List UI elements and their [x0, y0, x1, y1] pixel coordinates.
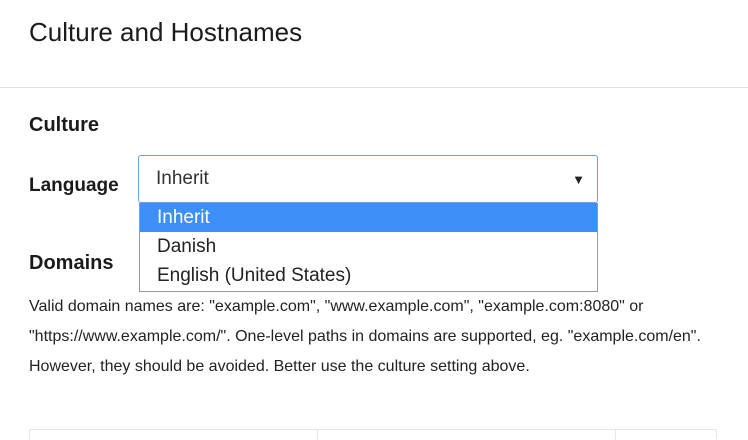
- chevron-down-icon[interactable]: ▼: [572, 172, 585, 187]
- language-option-danish[interactable]: Danish: [140, 232, 597, 261]
- domains-help-text: Valid domain names are: "example.com", "…: [29, 298, 701, 375]
- table-column-divider: [317, 430, 318, 440]
- dialog-header: Culture and Hostnames: [0, 0, 748, 88]
- language-select-value: Inherit: [156, 168, 209, 189]
- culture-heading: Culture: [29, 114, 99, 136]
- language-option-inherit[interactable]: Inherit: [140, 203, 597, 232]
- language-label: Language: [29, 175, 119, 196]
- table-column-divider: [615, 430, 616, 440]
- page-title: Culture and Hostnames: [29, 17, 303, 47]
- language-select[interactable]: Inherit ▼: [138, 155, 598, 203]
- domains-table: [29, 429, 717, 440]
- domains-heading: Domains: [29, 252, 114, 274]
- language-dropdown-list: Inherit Danish English (United States): [139, 203, 598, 292]
- language-option-english-us[interactable]: English (United States): [140, 261, 597, 290]
